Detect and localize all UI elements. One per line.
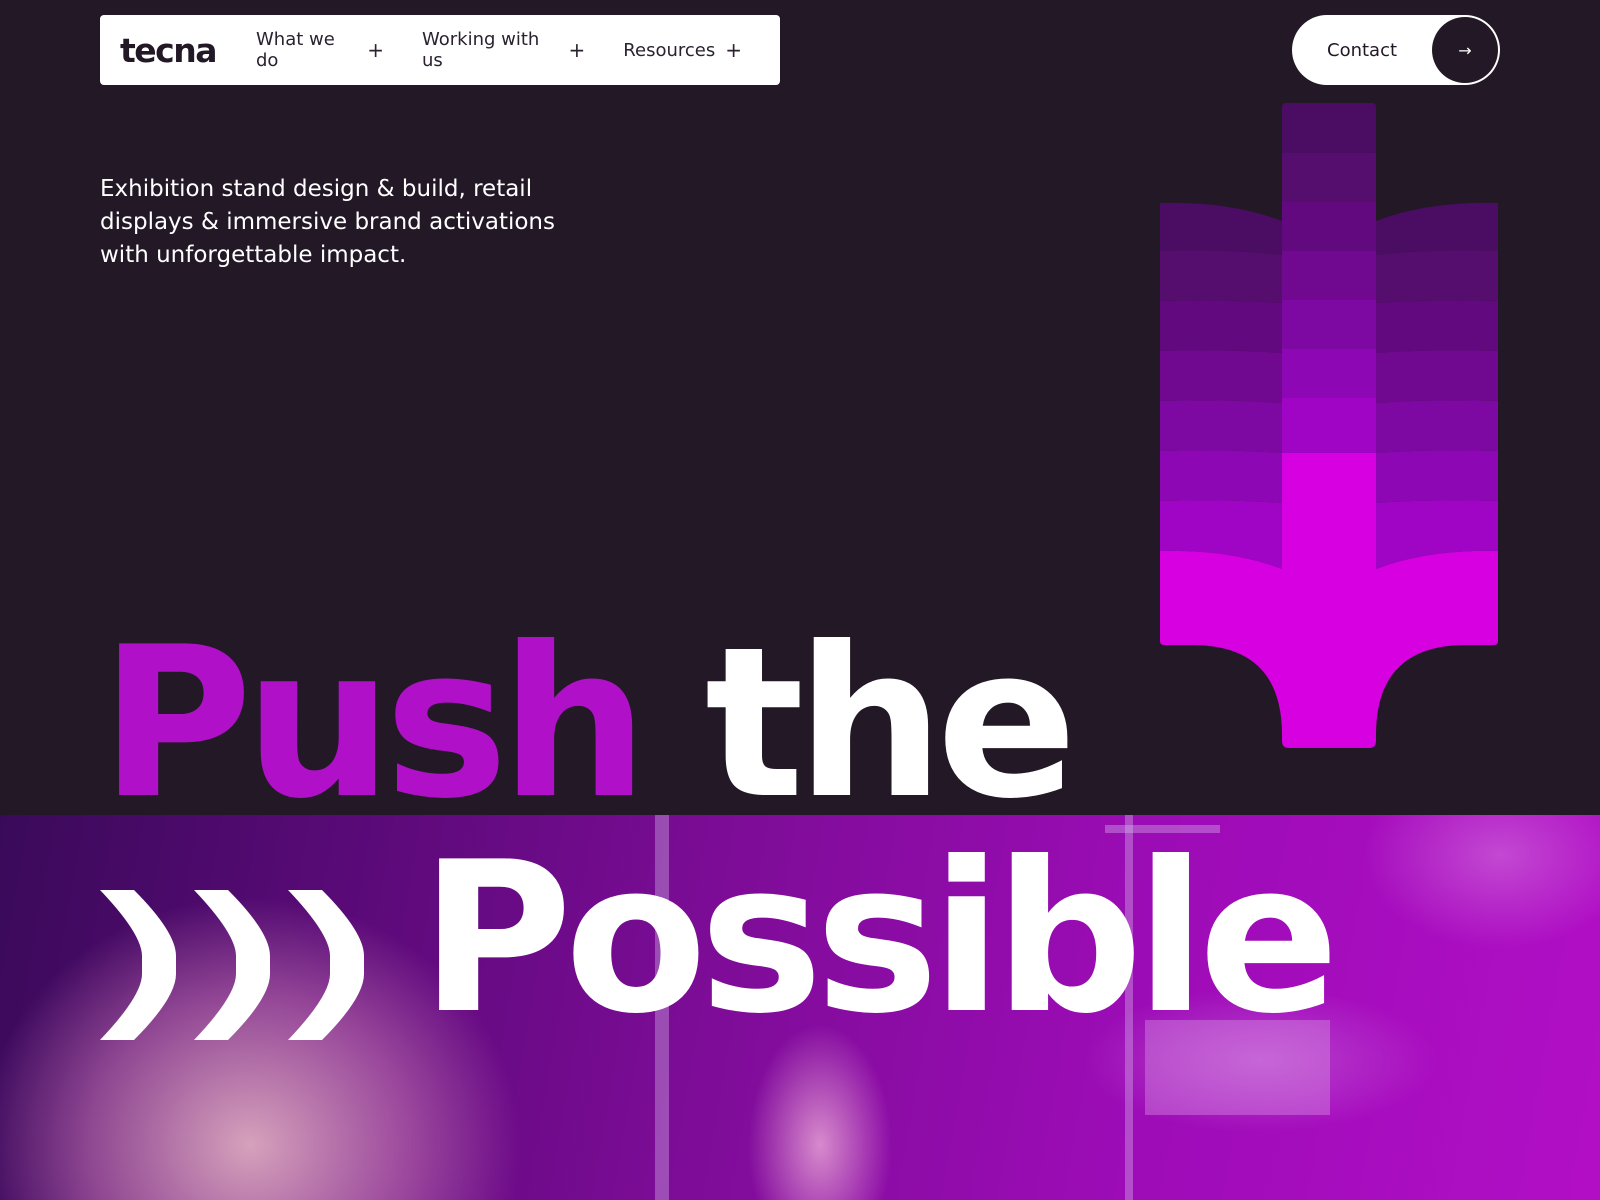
plus-icon: + <box>367 38 384 62</box>
contact-button[interactable]: Contact → <box>1292 15 1500 85</box>
nav-item-working-with-us[interactable]: Working with us + <box>422 29 585 71</box>
nav-item-what-we-do[interactable]: What we do + <box>256 29 384 71</box>
arrow-right-icon: → <box>1432 17 1498 83</box>
down-arrow-icon <box>1160 103 1498 748</box>
headline-word-push: Push <box>100 603 648 845</box>
tecna-logo[interactable]: tecna <box>120 34 217 67</box>
chevrons-right-icon <box>100 890 364 1040</box>
plus-icon: + <box>725 38 742 62</box>
contact-label: Contact <box>1327 39 1398 61</box>
headline-word-possible: Possible <box>420 818 1340 1060</box>
nav-item-label: What we do <box>255 29 335 71</box>
nav-item-resources[interactable]: Resources + <box>623 40 742 61</box>
plus-icon: + <box>568 38 586 62</box>
nav-item-label: Resources <box>623 39 716 61</box>
hero-headline: Push the <box>100 620 1077 828</box>
headline-word-the: the <box>704 603 1078 845</box>
hero-tagline: Exhibition stand design & build, retail … <box>100 176 555 268</box>
nav-item-label: Working with us <box>422 29 540 71</box>
main-navigation: tecna What we do + Working with us + Res… <box>100 15 780 85</box>
